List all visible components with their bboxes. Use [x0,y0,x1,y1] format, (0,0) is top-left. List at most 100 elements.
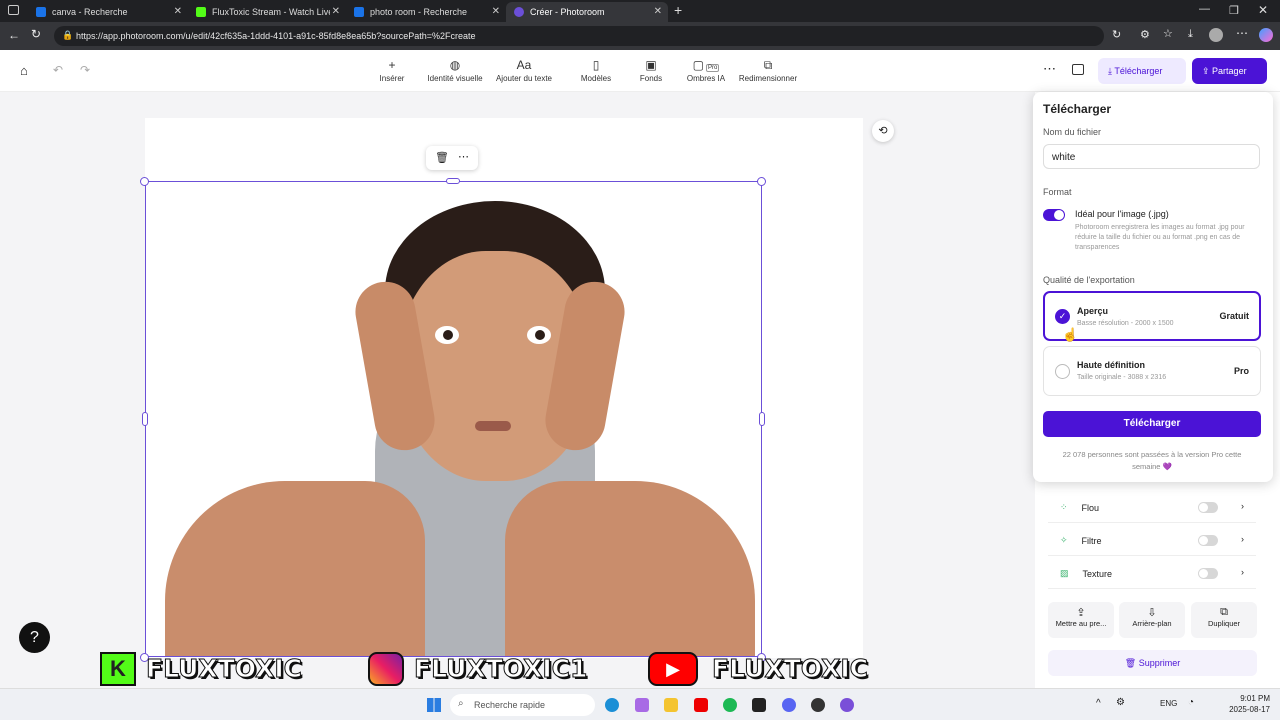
edge-icon[interactable] [605,698,619,712]
blur-icon: ⁘ [1060,502,1068,512]
layout-icon[interactable] [1072,64,1084,75]
duplicate-button[interactable]: ⧉ Dupliquer [1191,602,1257,638]
tab-photoroom-search[interactable]: photo room - Recherche ✕ [346,2,506,22]
spotify-icon[interactable] [723,698,737,712]
shadow-icon: ▢ Pro [692,58,720,72]
format-toggle[interactable] [1043,209,1065,221]
resize-handle[interactable] [759,412,765,426]
ai-shadows-button[interactable]: ▢ Pro Ombres IA [684,58,728,83]
quality-option-hd[interactable]: Haute définition Taille originale - 3088… [1043,346,1261,396]
templates-button[interactable]: ▯ Modèles [576,58,616,83]
profile-avatar[interactable] [1209,28,1223,42]
layers-down-icon: ⇩ [1147,607,1157,619]
tab-canva[interactable]: canva - Recherche ✕ [28,2,188,22]
resize-handle[interactable] [757,177,766,186]
star-icon[interactable]: ☆ [1163,27,1173,40]
copilot-icon[interactable] [635,698,649,712]
texture-toggle[interactable] [1198,568,1218,579]
confirm-download-button[interactable]: Télécharger [1043,411,1261,437]
help-button[interactable]: ? [19,622,50,653]
home-icon[interactable]: ⌂ [20,63,28,78]
delete-button[interactable]: 🗑 Supprimer [1048,650,1257,676]
add-text-button[interactable]: Aa Ajouter du texte [492,58,556,83]
text-icon: Aa [516,58,532,72]
obs-icon[interactable] [811,698,825,712]
effect-row-texture[interactable]: ▨ Texture › [1048,559,1256,589]
address-bar: ← ↻ 🔒 https://app.photoroom.com/u/edit/4… [0,22,1280,50]
window-menu-icon[interactable] [8,5,19,15]
file-explorer-icon[interactable] [664,698,678,712]
close-icon[interactable]: ✕ [174,6,182,17]
youtube-music-icon[interactable] [694,698,708,712]
chevron-up-icon[interactable]: ^ [1096,698,1101,709]
new-tab-icon[interactable]: + [674,2,682,18]
search-icon: ⌕ [458,698,464,709]
search-icon [354,7,364,17]
resize-handle[interactable] [446,178,460,184]
magic-icon[interactable]: ⟲ [872,120,894,142]
kick-logo: K [100,652,136,686]
copilot-icon[interactable] [1259,28,1273,42]
close-icon[interactable]: ✕ [654,6,662,17]
trash-icon[interactable]: 🗑 [435,151,449,164]
brand-identity-button[interactable]: ◍ Identité visuelle [424,58,486,83]
bring-forward-button[interactable]: ⇪ Mettre au pre... [1048,602,1114,638]
wifi-icon[interactable]: ◔ [1188,697,1194,708]
quality-label: Qualité de l'exportation [1043,275,1135,285]
app-icon[interactable] [840,698,854,712]
clock[interactable]: 9:01 PM 2025-08-17 [1222,693,1270,715]
kick-icon [196,7,206,17]
insert-button[interactable]: + Insérer [372,58,412,83]
more-options-icon[interactable]: ⋯ [1043,61,1056,77]
download-button[interactable]: ⤓ Télécharger [1098,58,1186,84]
undo-icon[interactable]: ↶ [53,63,63,77]
resize-button[interactable]: ⧉ Redimensionner [738,58,798,83]
blur-toggle[interactable] [1198,502,1218,513]
refresh-icon[interactable]: ↻ [31,27,41,41]
lock-icon: 🔒 [62,30,74,40]
maximize-icon[interactable]: ❐ [1229,4,1239,17]
language-indicator[interactable]: ENG [1160,699,1177,708]
more-icon[interactable]: ⋯ [1236,26,1248,40]
format-description: Photoroom enregistrera les images au for… [1075,224,1245,251]
redo-icon[interactable]: ↷ [80,63,90,77]
layers-up-icon: ⇪ [1076,607,1086,619]
brand-icon: ◍ [449,58,461,72]
filter-toggle[interactable] [1198,535,1218,546]
close-icon[interactable]: ✕ [332,6,340,17]
download-icon[interactable]: ⤓ [1188,28,1193,41]
effect-row-filter[interactable]: ✧ Filtre › [1048,526,1256,556]
windows-start-icon[interactable] [427,698,441,712]
format-option: Idéal pour l'image (.jpg) [1075,209,1169,219]
selection-box [145,181,762,657]
tab-photoroom[interactable]: Créer - Photoroom ✕ [506,2,668,22]
back-icon[interactable]: ← [8,28,20,42]
browser-tab-bar: canva - Recherche ✕ FluxToxic Stream - Wa… [0,0,1280,22]
tab-fluxtoxic[interactable]: FluxToxic Stream - Watch Live on✕ [188,2,346,22]
minimize-icon[interactable]: — [1199,3,1210,15]
filename-input[interactable]: white [1043,144,1260,169]
search-icon [36,7,46,17]
element-toolbar: 🗑 ⋯ [426,146,478,170]
duplicate-icon: ⧉ [1220,606,1228,618]
close-window-icon[interactable]: ✕ [1258,3,1268,17]
favorites-icon[interactable]: ↻ [1112,28,1121,41]
resize-handle[interactable] [142,412,148,426]
instagram-logo [368,652,404,686]
send-to-back-button[interactable]: ⇩ Arrière-plan [1119,602,1185,638]
chevron-right-icon: › [1241,567,1244,577]
discord-icon[interactable] [782,698,796,712]
url-input[interactable]: 🔒 https://app.photoroom.com/u/edit/42cf6… [54,26,1104,46]
template-icon: ▯ [592,58,600,72]
backgrounds-button[interactable]: ▣ Fonds [634,58,668,83]
more-icon[interactable]: ⋯ [458,150,469,163]
taskbar-search[interactable]: ⌕ Recherche rapide [450,694,595,716]
extensions-icon[interactable]: ⚙ [1140,28,1150,41]
effect-row-blur[interactable]: ⁘ Flou › [1048,493,1256,523]
tray-icon[interactable]: ⚙ [1116,697,1125,708]
resize-handle[interactable] [140,177,149,186]
epic-games-icon[interactable] [752,698,766,712]
share-button[interactable]: ⇪ Partager [1192,58,1267,84]
close-icon[interactable]: ✕ [492,6,500,17]
background-icon: ▣ [645,58,657,72]
